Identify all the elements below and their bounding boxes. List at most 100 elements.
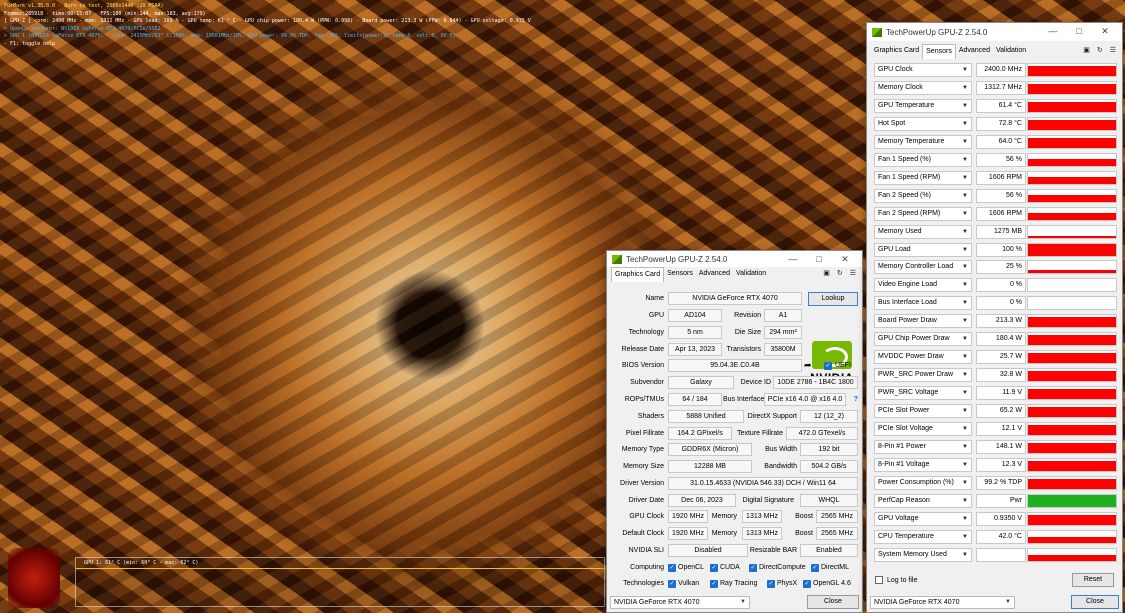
chevron-down-icon: ▼ — [962, 300, 968, 307]
sensor-row: PWR_SRC Voltage ▼ 11.9 V — [873, 385, 1117, 401]
die-size-label: Die Size — [734, 329, 761, 336]
sensor-name-dropdown[interactable]: MVDDC Power Draw ▼ — [874, 350, 972, 365]
sensor-name-dropdown[interactable]: PerfCap Reason ▼ — [874, 493, 972, 508]
gpu-selector-dropdown[interactable]: NVIDIA GeForce RTX 4070 ▼ — [610, 596, 750, 609]
tab-graphics-card[interactable]: Graphics Card — [871, 44, 922, 58]
physx-checkbox[interactable]: ✓ — [767, 580, 775, 588]
sensor-name-dropdown[interactable]: PCIe Slot Power ▼ — [874, 404, 972, 419]
name-field: NVIDIA GeForce RTX 4070 — [668, 292, 802, 305]
camera-icon[interactable]: ▣ — [823, 267, 830, 281]
sensor-name-dropdown[interactable]: PCIe Slot Voltage ▼ — [874, 422, 972, 436]
sensor-graph — [1027, 493, 1117, 508]
minimize-icon[interactable]: — — [1040, 23, 1066, 39]
default-boost-field: 2565 MHz — [816, 527, 858, 540]
window-title: TechPowerUp GPU-Z 2.54.0 — [626, 254, 728, 264]
sensor-name-dropdown[interactable]: 8-Pin #1 Power ▼ — [874, 439, 972, 454]
osd-line: FurMark v1.35.0.0 - Burn-in test, 2560x1… — [4, 3, 164, 9]
reset-button[interactable]: Reset — [1072, 573, 1114, 587]
sensor-name-dropdown[interactable]: GPU Voltage ▼ — [874, 511, 972, 526]
gpuz-app-icon — [612, 254, 622, 264]
log-to-file-checkbox[interactable] — [875, 576, 883, 584]
camera-icon[interactable]: ▣ — [1083, 44, 1090, 58]
sensor-name-dropdown[interactable]: Memory Controller Load ▼ — [874, 260, 972, 275]
sensor-row: Power Consumption (%) ▼ 99.2 % TDP — [873, 475, 1117, 491]
sensor-name-dropdown[interactable]: Memory Temperature ▼ — [874, 134, 972, 149]
minimize-icon[interactable]: — — [780, 251, 806, 267]
maximize-icon[interactable]: □ — [1066, 23, 1092, 39]
vulkan-checkbox[interactable]: ✓ — [668, 580, 676, 588]
opengl-checkbox[interactable]: ✓ — [803, 580, 811, 588]
tab-validation[interactable]: Validation — [733, 267, 769, 281]
share-icon[interactable]: ➦ — [804, 360, 812, 371]
sensor-row: PWR_SRC Power Draw ▼ 32.8 W — [873, 367, 1117, 383]
sensor-graph — [1027, 242, 1117, 257]
sensor-name-dropdown[interactable]: 8-Pin #1 Voltage ▼ — [874, 457, 972, 472]
chevron-down-icon: ▼ — [962, 210, 968, 217]
sensor-name-dropdown[interactable]: Fan 1 Speed (RPM) ▼ — [874, 170, 972, 185]
sensor-name-dropdown[interactable]: Board Power Draw ▼ — [874, 314, 972, 329]
tab-validation[interactable]: Validation — [993, 44, 1029, 58]
sensor-name-dropdown[interactable]: GPU Temperature ▼ — [874, 98, 972, 113]
close-icon[interactable]: ✕ — [1092, 23, 1118, 39]
sensor-name-dropdown[interactable]: Fan 1 Speed (%) ▼ — [874, 152, 972, 167]
sensor-name-dropdown[interactable]: Video Engine Load ▼ — [874, 278, 972, 293]
tab-sensors[interactable]: Sensors — [922, 43, 956, 59]
close-icon[interactable]: ✕ — [832, 251, 858, 267]
close-button[interactable]: Close — [1071, 595, 1119, 609]
sensor-name-dropdown[interactable]: GPU Chip Power Draw ▼ — [874, 332, 972, 347]
directcompute-checkbox[interactable]: ✓ — [749, 564, 757, 572]
sensor-graph — [1027, 547, 1117, 562]
lookup-button[interactable]: Lookup — [808, 292, 858, 306]
chevron-down-icon: ▼ — [962, 533, 968, 540]
sensor-name-dropdown[interactable]: CPU Temperature ▼ — [874, 529, 972, 544]
bus-help-icon[interactable]: ? — [850, 393, 858, 407]
sensor-name: Memory Temperature — [878, 137, 945, 145]
maximize-icon[interactable]: □ — [806, 251, 832, 267]
sensor-name: Bus Interface Load — [878, 299, 937, 307]
directml-checkbox[interactable]: ✓ — [811, 564, 819, 572]
sensor-value: 1606 RPM — [976, 170, 1026, 185]
chevron-down-icon: ▼ — [962, 515, 968, 522]
sensor-name-dropdown[interactable]: GPU Load ▼ — [874, 242, 972, 257]
sensor-graph — [1027, 134, 1117, 149]
tab-advanced[interactable]: Advanced — [956, 44, 993, 58]
opencl-checkbox[interactable]: ✓ — [668, 564, 676, 572]
chevron-down-icon: ▼ — [962, 461, 968, 468]
sensor-name-dropdown[interactable]: PWR_SRC Power Draw ▼ — [874, 368, 972, 383]
sensor-name-dropdown[interactable]: Fan 2 Speed (RPM) ▼ — [874, 206, 972, 221]
osd-line: Frames:285918 - time:00:15:07 - FPS:180 … — [4, 10, 206, 17]
sensor-name-dropdown[interactable]: System Memory Used ▼ — [874, 547, 972, 562]
close-button[interactable]: Close — [807, 595, 859, 609]
sensor-graph-fill — [1028, 424, 1116, 435]
sensor-name-dropdown[interactable]: Bus Interface Load ▼ — [874, 296, 972, 311]
transistors-field: 35800M — [764, 343, 802, 356]
sensor-name-dropdown[interactable]: Hot Spot ▼ — [874, 116, 972, 131]
technology-field: 5 nm — [668, 326, 722, 339]
gpu-selector-dropdown[interactable]: NVIDIA GeForce RTX 4070 ▼ — [870, 596, 1015, 609]
ray-tracing-checkbox[interactable]: ✓ — [710, 580, 718, 588]
sensor-name-dropdown[interactable]: PWR_SRC Voltage ▼ — [874, 386, 972, 401]
window-titlebar[interactable]: TechPowerUp GPU-Z 2.54.0 — □ ✕ — [867, 23, 1122, 41]
texture-fillrate-field: 472.0 GTexel/s — [786, 427, 858, 440]
uefi-checkbox[interactable]: ✓ — [824, 362, 832, 370]
refresh-icon[interactable]: ↻ — [837, 267, 843, 281]
sensor-name-dropdown[interactable]: GPU Clock ▼ — [874, 63, 972, 77]
sensor-name-dropdown[interactable]: Fan 2 Speed (%) ▼ — [874, 188, 972, 203]
chevron-down-icon: ▼ — [962, 174, 968, 181]
tab-advanced[interactable]: Advanced — [696, 267, 733, 281]
window-title: TechPowerUp GPU-Z 2.54.0 — [886, 27, 988, 37]
tab-graphics-card[interactable]: Graphics Card — [611, 266, 665, 282]
sensor-name-dropdown[interactable]: Memory Used ▼ — [874, 224, 972, 239]
refresh-icon[interactable]: ↻ — [1097, 44, 1103, 58]
menu-icon[interactable]: ☰ — [850, 267, 856, 281]
pixel-fillrate-label: Pixel Fillrate — [625, 430, 664, 437]
default-clock-field: 1920 MHz — [668, 527, 708, 540]
cuda-checkbox[interactable]: ✓ — [710, 564, 718, 572]
tab-sensors[interactable]: Sensors — [664, 267, 696, 281]
sensor-name-dropdown[interactable]: Memory Clock ▼ — [874, 80, 972, 95]
window-titlebar[interactable]: TechPowerUp GPU-Z 2.54.0 — □ ✕ — [607, 251, 862, 267]
sensor-graph-fill — [1028, 514, 1116, 525]
sensor-name-dropdown[interactable]: Power Consumption (%) ▼ — [874, 475, 972, 490]
menu-icon[interactable]: ☰ — [1110, 44, 1116, 58]
sensor-row: Memory Temperature ▼ 64.0 °C — [873, 134, 1117, 150]
